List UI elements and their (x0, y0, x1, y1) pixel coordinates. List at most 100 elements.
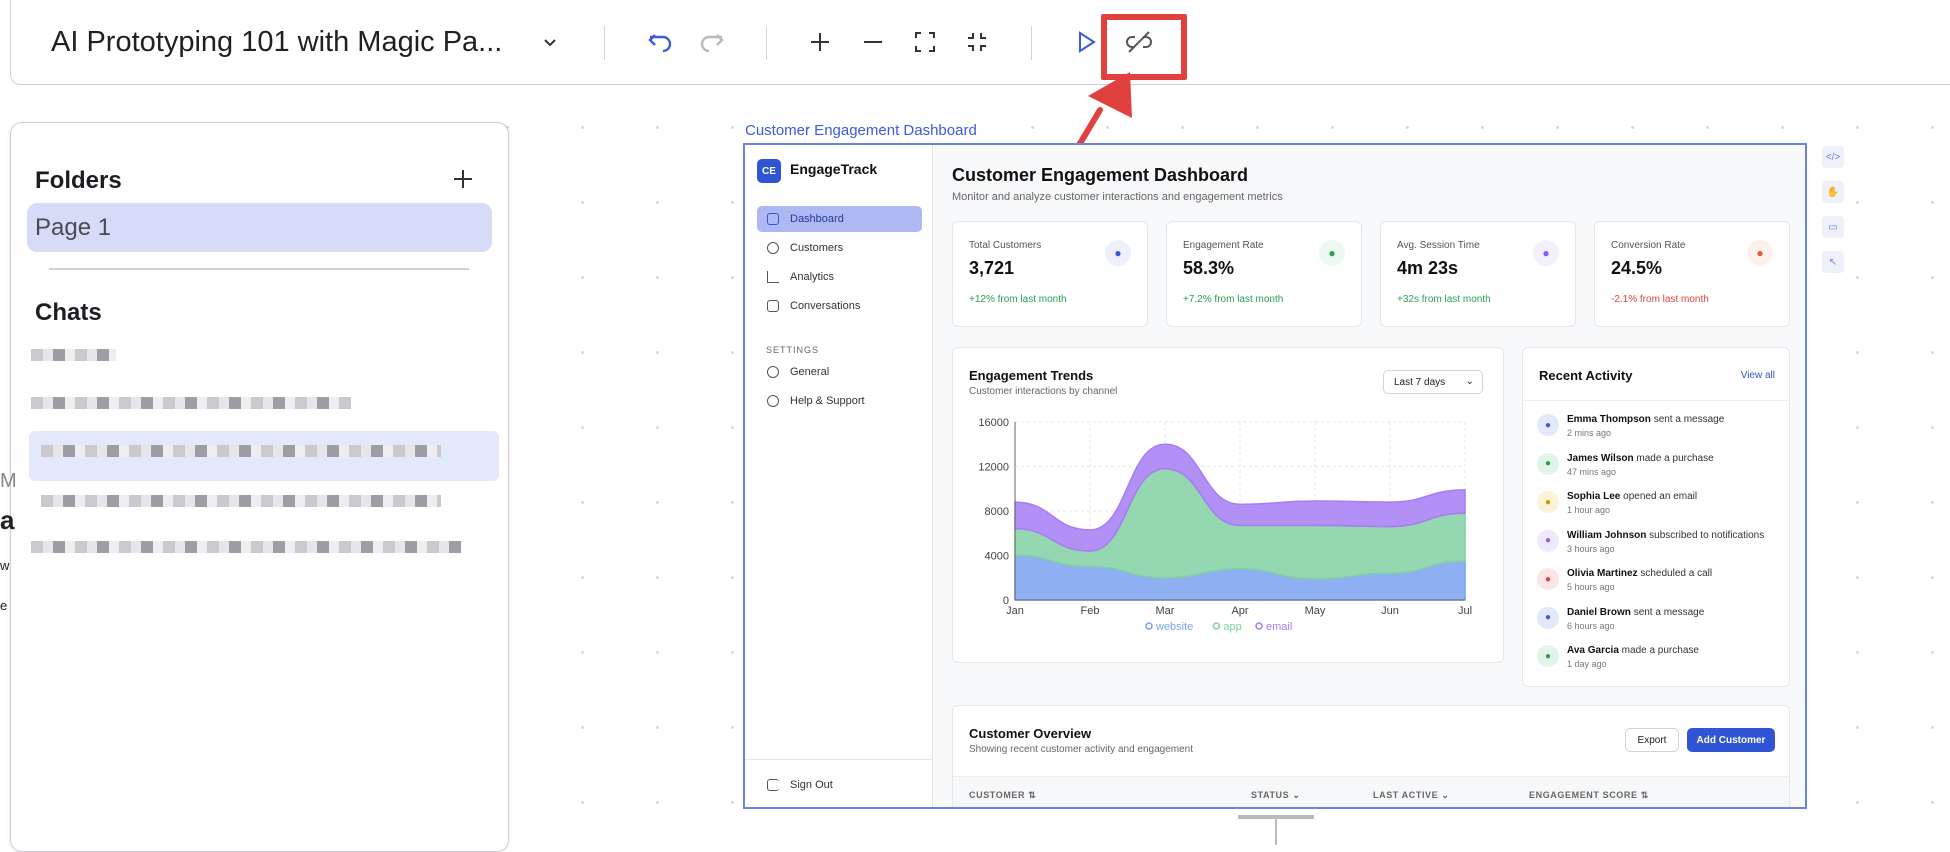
y-tick-label: 4000 (985, 551, 1009, 563)
activity-text: James Wilson made a purchase (1567, 452, 1714, 464)
nav-conversations[interactable]: Conversations (757, 293, 922, 319)
x-tick-label: May (1305, 605, 1326, 617)
activity-item[interactable]: ● William Johnson subscribed to notificat… (1537, 528, 1764, 560)
stat-label: Total Customers (969, 240, 1042, 251)
activity-card: Recent Activity View all ● Emma Thompson … (1522, 347, 1790, 687)
activity-text: Sophia Lee opened an email (1567, 491, 1698, 502)
export-button[interactable]: Export (1625, 728, 1679, 752)
chat-item[interactable] (31, 541, 461, 553)
grid-icon (767, 213, 779, 225)
view-all-link[interactable]: View all (1741, 370, 1775, 381)
frame-connector (1275, 815, 1277, 845)
col-last-active[interactable]: LAST ACTIVE ⌄ (1373, 790, 1450, 801)
chat-item[interactable] (41, 495, 441, 507)
activity-item[interactable]: ● Ava Garcia made a purchase 1 day ago (1537, 643, 1737, 675)
chat-item[interactable] (31, 349, 116, 361)
stat-label: Conversion Rate (1611, 240, 1686, 251)
chat-item[interactable] (31, 397, 351, 409)
folders-panel: Folders Page 1 Chats (10, 122, 509, 852)
trends-card: Engagement Trends Customer interactions … (952, 347, 1504, 663)
clipped-text: w (0, 558, 10, 573)
clipped-text: M (0, 470, 17, 492)
activity-time: 3 hours ago (1567, 543, 1615, 554)
stat-value: 3,721 (969, 258, 1015, 278)
activity-item[interactable]: ● Daniel Brown sent a message 6 hours ago (1537, 605, 1737, 637)
nav-analytics[interactable]: Analytics (757, 264, 922, 290)
app-brand: EngageTrack (790, 161, 878, 177)
clipped-text: e (0, 598, 8, 613)
activity-time: 6 hours ago (1567, 620, 1615, 631)
activity-time: 1 hour ago (1567, 505, 1611, 515)
dashboard-subtitle: Monitor and analyze customer interaction… (952, 191, 1283, 203)
stat-card: Total Customers 3,721 +12% from last month… (952, 221, 1148, 327)
x-tick-label: Apr (1231, 605, 1248, 617)
overview-card: Customer Overview Showing recent custome… (952, 705, 1790, 807)
nav-general[interactable]: General (757, 359, 922, 385)
hand-icon[interactable]: ✋ (1822, 181, 1844, 203)
activity-time: 2 mins ago (1567, 428, 1612, 438)
activity-avatar-icon: ● (1537, 568, 1559, 590)
y-tick-label: 8000 (985, 506, 1009, 518)
comment-icon[interactable]: ▭ (1822, 216, 1844, 238)
activity-title: Recent Activity (1539, 368, 1633, 383)
activity-item[interactable]: ● Olivia Martinez scheduled a call 5 hours… (1537, 566, 1737, 598)
prototype-frame[interactable]: CE EngageTrack Dashboard Customers Analy… (743, 143, 1807, 809)
legend-label: app (1223, 621, 1241, 633)
activity-avatar-icon: ● (1537, 606, 1559, 629)
x-tick-label: Jan (1006, 605, 1024, 617)
legend-marker (1255, 622, 1263, 630)
chat-item-text (41, 445, 441, 457)
activity-item[interactable]: ● Sophia Lee opened an email 1 hour ago (1537, 489, 1737, 521)
stat-label: Engagement Rate (1183, 240, 1264, 251)
stat-value: 4m 23s (1397, 258, 1459, 278)
nav-customers[interactable]: Customers (757, 235, 922, 261)
activity-item[interactable]: ● James Wilson made a purchase 47 mins ago (1537, 451, 1737, 483)
activity-time: 1 day ago (1567, 659, 1607, 669)
x-tick-label: Mar (1156, 605, 1175, 617)
activity-avatar-icon: ● (1537, 645, 1559, 667)
activity-text: Emma Thompson sent a message (1567, 414, 1725, 425)
col-engagement-score[interactable]: ENGAGEMENT SCORE ⇅ (1529, 790, 1649, 801)
activity-text: Daniel Brown sent a message (1567, 606, 1705, 618)
activity-avatar-icon: ● (1537, 452, 1559, 475)
col-customer[interactable]: CUSTOMER ⇅ (969, 790, 1036, 801)
add-customer-button[interactable]: Add Customer (1687, 728, 1775, 752)
stat-value: 58.3% (1183, 258, 1235, 278)
users-icon (767, 242, 779, 254)
frame-label[interactable]: Customer Engagement Dashboard (745, 122, 977, 139)
overview-title: Customer Overview (969, 726, 1092, 741)
stat-change: +7.2% from last month (1183, 294, 1284, 305)
activity-avatar-icon: ● (1537, 529, 1559, 552)
y-tick-label: 12000 (978, 462, 1009, 474)
message-icon (767, 300, 779, 312)
page-item[interactable]: Page 1 (27, 203, 492, 252)
signout-button[interactable]: Sign Out (757, 772, 922, 798)
nav-dashboard[interactable]: Dashboard (757, 206, 922, 232)
activity-icon: ● (1319, 240, 1345, 266)
stat-change: +32s from last month (1397, 294, 1491, 305)
activity-text: William Johnson subscribed to notificati… (1567, 529, 1765, 541)
x-tick-label: Jul (1458, 605, 1472, 617)
stat-card: Avg. Session Time 4m 23s +32s from last mo… (1380, 221, 1576, 327)
clock-icon: ● (1533, 240, 1559, 266)
activity-time: 5 hours ago (1567, 582, 1615, 592)
settings-heading: SETTINGS (766, 345, 820, 355)
bar-chart-icon (767, 271, 779, 283)
stat-change: +12% from last month (969, 294, 1067, 305)
dashboard-title: Customer Engagement Dashboard (952, 165, 1249, 185)
add-folder-icon[interactable] (451, 167, 475, 196)
folders-title: Folders (35, 167, 122, 194)
legend-marker (1145, 622, 1153, 630)
cursor-icon[interactable]: ↖ (1822, 251, 1844, 273)
code-icon[interactable]: </> (1822, 146, 1844, 168)
legend-marker (1212, 622, 1221, 630)
users-icon: ● (1105, 240, 1131, 266)
activity-item[interactable]: ● Emma Thompson sent a message 2 mins ago (1537, 412, 1737, 444)
activity-avatar-icon: ● (1537, 414, 1559, 436)
activity-time: 47 mins ago (1567, 466, 1617, 477)
col-status[interactable]: STATUS ⌄ (1251, 790, 1301, 801)
trending-up-icon: ● (1747, 240, 1773, 266)
nav-help[interactable]: Help & Support (757, 388, 922, 414)
stat-value: 24.5% (1611, 258, 1663, 278)
legend-label: email (1266, 621, 1292, 633)
